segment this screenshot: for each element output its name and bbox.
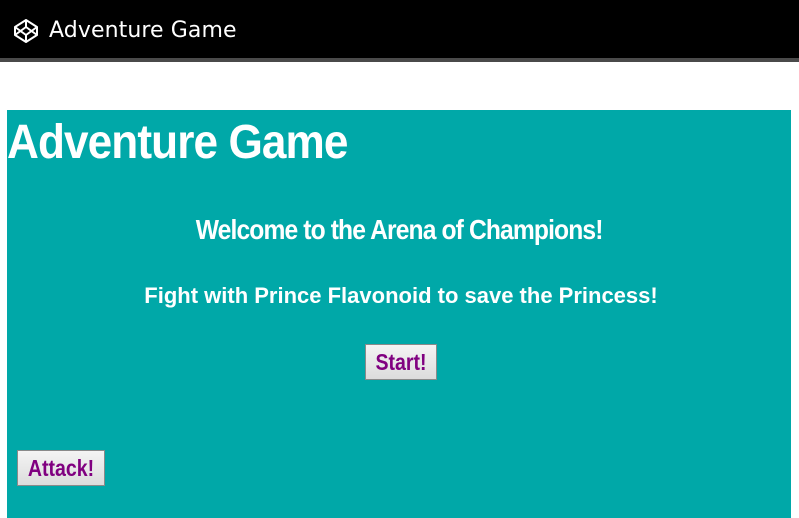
attack-button-label: Attack!: [27, 455, 95, 481]
start-button-label: Start!: [375, 349, 427, 375]
game-stage: Adventure Game Welcome to the Arena of C…: [7, 110, 791, 518]
codepen-logo-icon[interactable]: [13, 18, 39, 44]
game-title: Adventure Game: [7, 116, 348, 169]
welcome-text: Welcome to the Arena of Champions!: [195, 214, 604, 245]
start-button[interactable]: Start!: [365, 344, 437, 380]
top-bar: Adventure Game: [0, 0, 799, 62]
app-title: Adventure Game: [49, 18, 237, 43]
attack-button[interactable]: Attack!: [17, 450, 105, 486]
game-subtitle: Fight with Prince Flavonoid to save the …: [144, 283, 658, 308]
welcome-heading: Welcome to the Arena of Champions!: [7, 210, 791, 250]
